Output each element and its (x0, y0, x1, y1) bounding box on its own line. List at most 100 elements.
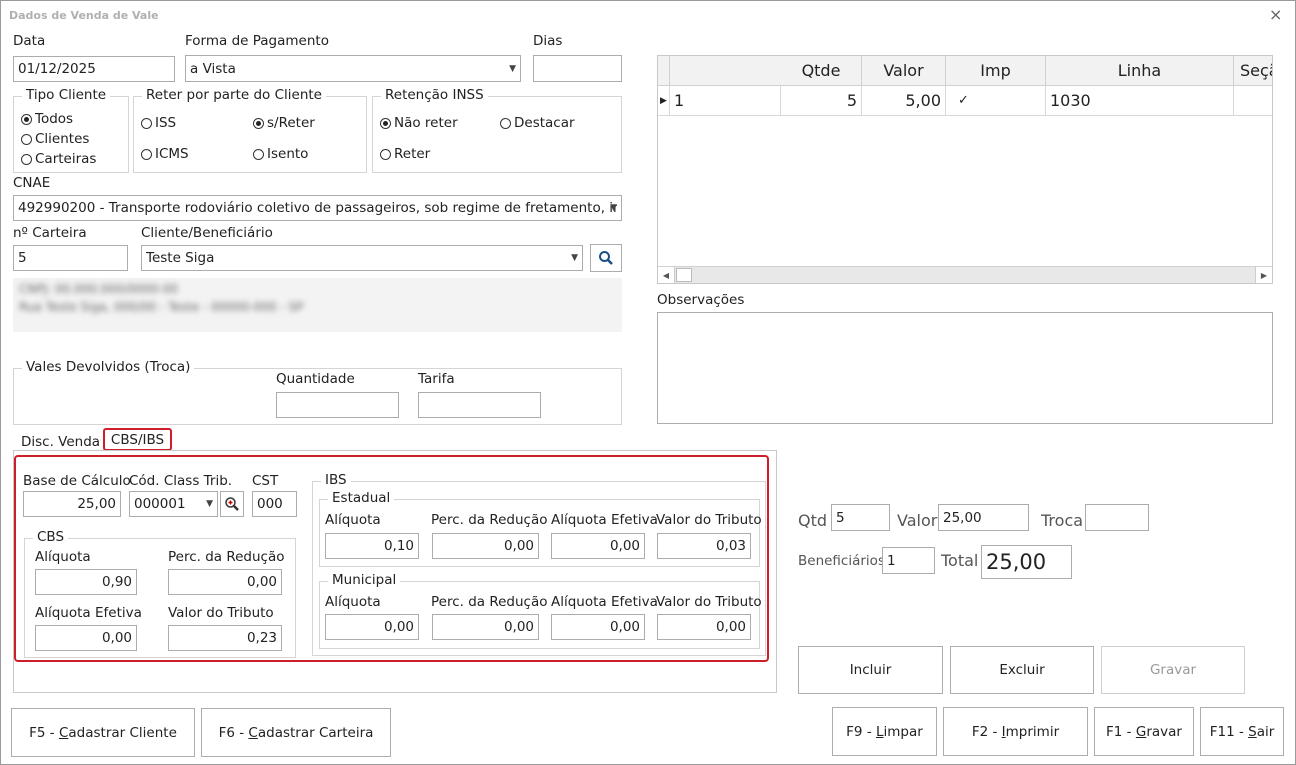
inss-nao-reter[interactable]: Não reter (380, 115, 458, 131)
button-label-rest: mprimir (1005, 723, 1060, 740)
quantidade-label: Quantidade (276, 371, 355, 387)
tipo-cliente-todos[interactable]: Todos (21, 111, 73, 127)
option-label: Não reter (394, 115, 458, 131)
cod-class-trib-search-button[interactable] (220, 491, 244, 517)
sair-button[interactable]: F11 - Sair (1200, 707, 1284, 756)
cod-class-trib-select[interactable]: 000001 ▼ (129, 491, 218, 517)
estadual-efetiva-field[interactable]: 0,00 (551, 533, 645, 559)
shortcut-prefix: F5 - (29, 724, 59, 741)
inss-reter[interactable]: Reter (380, 146, 430, 162)
cbs-efetiva-label: Alíquota Efetiva (35, 605, 142, 621)
chevron-down-icon: ▼ (610, 203, 617, 213)
cbs-efetiva-field[interactable]: 0,00 (35, 625, 137, 651)
grid-cell-secao[interactable] (1234, 86, 1272, 116)
button-label-rest: air (1256, 723, 1275, 740)
observacoes-field[interactable] (657, 312, 1273, 424)
reter-isento[interactable]: Isento (253, 146, 308, 162)
grid-row-indicator: ▶ (658, 86, 670, 116)
carteira-field[interactable]: 5 (13, 245, 128, 271)
grid-cell-serie[interactable]: 1 (670, 86, 781, 116)
grid-header-linha[interactable]: Linha (1046, 56, 1234, 86)
reter-s-reter[interactable]: s/Reter (253, 115, 315, 131)
close-icon[interactable]: × (1269, 5, 1282, 24)
municipal-tributo-field[interactable]: 0,00 (657, 614, 751, 640)
estadual-reducao-field[interactable]: 0,00 (432, 533, 539, 559)
troca-field[interactable] (1085, 504, 1149, 531)
base-calculo-field[interactable]: 25,00 (23, 491, 121, 517)
cbs-aliquota-label: Alíquota (35, 549, 91, 565)
beneficiarios-field[interactable]: 1 (882, 547, 935, 574)
cadastrar-cliente-button[interactable]: F5 - Cadastrar Cliente (11, 708, 195, 757)
cadastrar-carteira-button[interactable]: F6 - Cadastrar Carteira (201, 708, 391, 757)
tipo-cliente-clientes[interactable]: Clientes (21, 131, 89, 147)
option-label: Reter (394, 146, 431, 162)
forma-pagamento-select[interactable]: a Vista ▼ (185, 55, 521, 82)
search-cliente-button[interactable] (590, 244, 622, 272)
reter-icms[interactable]: ICMS (141, 146, 189, 162)
inss-destacar[interactable]: Destacar (500, 115, 575, 131)
dias-label: Dias (533, 33, 563, 49)
cliente-select[interactable]: Teste Siga ▼ (141, 245, 583, 271)
grid-horizontal-scrollbar[interactable]: ◀ ▶ (658, 266, 1272, 283)
cbs-tributo-field[interactable]: 0,23 (168, 625, 282, 651)
scroll-right-icon[interactable]: ▶ (1255, 267, 1272, 283)
option-label: ISS (155, 115, 177, 131)
grid-cell-imp[interactable]: ✓ (946, 86, 1046, 116)
municipal-efetiva-field[interactable]: 0,00 (551, 614, 645, 640)
grid-cell-qtde[interactable]: 5 (781, 86, 862, 116)
cnae-select[interactable]: 492990200 - Transporte rodoviário coleti… (13, 195, 622, 221)
radio-off-icon (21, 153, 32, 165)
tarifa-field[interactable] (418, 392, 541, 418)
cbs-reducao-label: Perc. da Redução (168, 549, 285, 565)
dias-field[interactable] (533, 55, 622, 82)
excluir-button[interactable]: Excluir (950, 646, 1094, 694)
magnifier-icon (599, 251, 613, 265)
data-field[interactable]: 01/12/2025 (13, 56, 175, 82)
tarifa-label: Tarifa (418, 371, 455, 387)
carteira-label: nº Carteira (13, 225, 87, 241)
radio-on-icon (253, 117, 264, 129)
reter-iss[interactable]: ISS (141, 115, 176, 131)
valor-field[interactable]: 25,00 (938, 504, 1029, 531)
shortcut-prefix: F9 - (846, 723, 876, 740)
grid-cell-valor[interactable]: 5,00 (862, 86, 946, 116)
limpar-button[interactable]: F9 - Limpar (832, 707, 937, 756)
tipo-cliente-carteiras[interactable]: Carteiras (21, 151, 96, 167)
ibs-municipal-title: Municipal (328, 572, 401, 588)
cbs-reducao-field[interactable]: 0,00 (168, 569, 282, 595)
zoom-in-icon (225, 497, 239, 511)
tab-disc-venda[interactable]: Disc. Venda (21, 434, 100, 450)
quantidade-field[interactable] (276, 392, 399, 418)
gravar-button[interactable]: Gravar (1101, 646, 1245, 694)
grid-header-qtde[interactable]: Qtde (781, 56, 862, 86)
estadual-aliquota-field[interactable]: 0,10 (325, 533, 419, 559)
municipal-reducao-field[interactable]: 0,00 (432, 614, 539, 640)
grid-cell-linha[interactable]: 1030 (1046, 86, 1234, 116)
grid-header-secao[interactable]: Seção (1234, 56, 1272, 86)
shortcut-prefix: F2 - (971, 723, 1002, 740)
observacoes-label: Observações (657, 292, 745, 308)
troca-label: Troca (1041, 511, 1084, 530)
radio-off-icon (141, 117, 152, 129)
grid-header-valor[interactable]: Valor (862, 56, 946, 86)
total-label: Total (941, 551, 979, 570)
incluir-button[interactable]: Incluir (798, 646, 943, 694)
municipal-aliquota-label: Alíquota (325, 594, 381, 610)
municipal-aliquota-field[interactable]: 0,00 (325, 614, 419, 640)
vales-grid: Série Qtde Valor Imp Linha Seção ▶ 1 5 5… (657, 55, 1273, 284)
radio-off-icon (21, 133, 32, 145)
imprimir-button[interactable]: F2 - Imprimir (943, 707, 1088, 756)
total-field[interactable]: 25,00 (981, 545, 1072, 579)
option-label: Todos (35, 111, 74, 127)
radio-off-icon (253, 148, 264, 160)
tipo-cliente-title: Tipo Cliente (22, 87, 111, 103)
qtd-field[interactable]: 5 (831, 504, 890, 531)
f1-gravar-button[interactable]: F1 - Gravar (1094, 707, 1194, 756)
estadual-tributo-field[interactable]: 0,03 (657, 533, 751, 559)
cbs-aliquota-field[interactable]: 0,90 (35, 569, 137, 595)
tab-cbs-ibs[interactable]: CBS/IBS (103, 428, 172, 451)
cst-field[interactable]: 000 (252, 491, 297, 517)
scroll-thumb[interactable] (676, 268, 692, 282)
scroll-left-icon[interactable]: ◀ (658, 267, 675, 283)
grid-header-imp[interactable]: Imp (946, 56, 1046, 86)
